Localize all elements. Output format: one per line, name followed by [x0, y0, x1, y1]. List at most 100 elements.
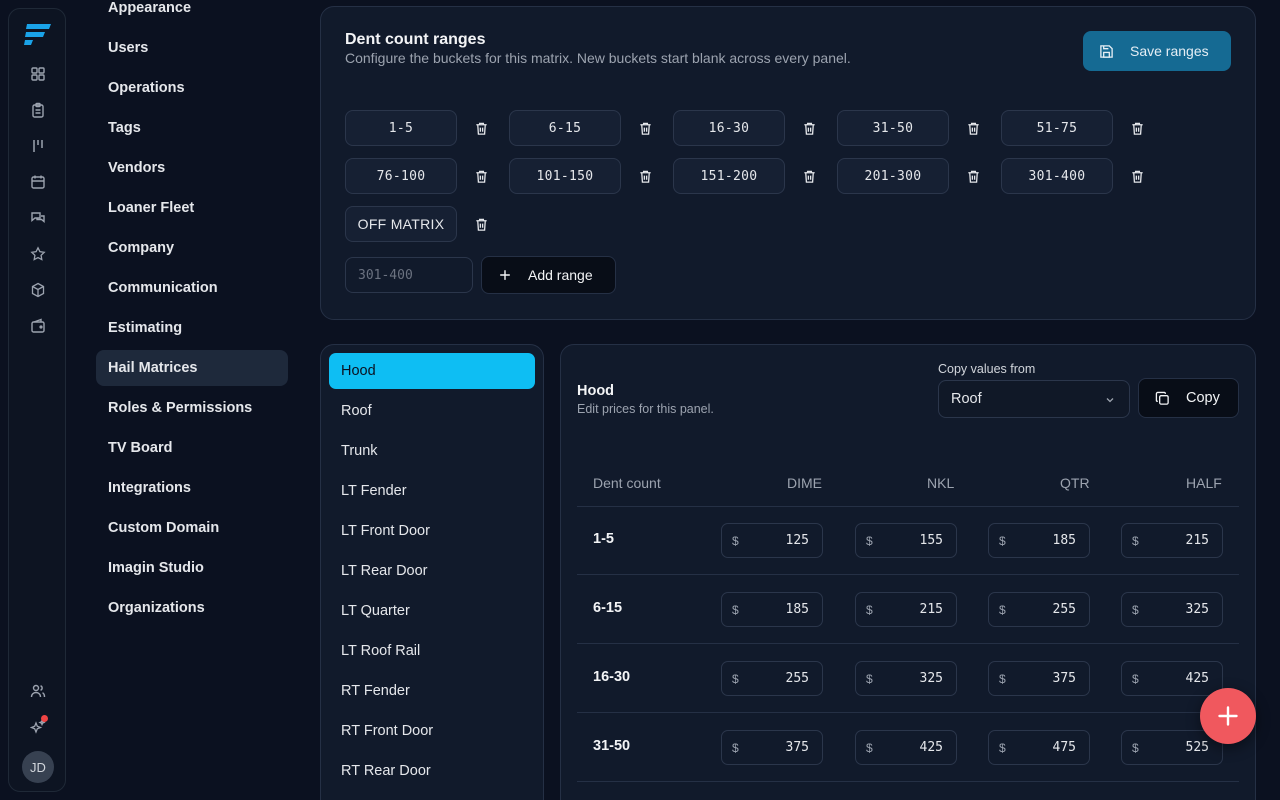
notification-dot: [41, 715, 48, 722]
nav-item-organizations[interactable]: Organizations: [96, 590, 288, 626]
nav-item-users[interactable]: Users: [96, 30, 288, 66]
nav-item-custom-domain[interactable]: Custom Domain: [96, 510, 288, 546]
nav-item-roles-permissions[interactable]: Roles & Permissions: [96, 390, 288, 426]
wallet-icon[interactable]: [28, 316, 48, 336]
range-input[interactable]: 201-300: [837, 158, 949, 194]
trash-icon[interactable]: [785, 110, 833, 146]
new-range-input[interactable]: 301-400: [345, 257, 473, 293]
floating-add-button[interactable]: [1200, 688, 1256, 744]
panel-item-rt-front-door[interactable]: RT Front Door: [329, 713, 535, 749]
nav-item-operations[interactable]: Operations: [96, 70, 288, 106]
panel-item-lt-quarter[interactable]: LT Quarter: [329, 593, 535, 629]
nav-item-appearance[interactable]: Appearance: [96, 0, 288, 26]
table-row: 6-15 $185 $215 $255 $325: [577, 575, 1239, 644]
ranges-title: Dent count ranges: [345, 31, 486, 48]
price-input[interactable]: $255: [988, 592, 1090, 627]
trash-icon[interactable]: [785, 158, 833, 194]
table-row: 1-5 $125 $155 $185 $215: [577, 506, 1239, 575]
dashboard-icon[interactable]: [28, 64, 48, 84]
trash-icon[interactable]: [621, 158, 669, 194]
range-input[interactable]: 1-5: [345, 110, 457, 146]
panel-list: Hood Roof Trunk LT Fender LT Front Door …: [320, 344, 544, 800]
trash-icon[interactable]: [1113, 110, 1161, 146]
range-input[interactable]: 16-30: [673, 110, 785, 146]
price-input[interactable]: $215: [1121, 523, 1223, 558]
star-icon[interactable]: [28, 244, 48, 264]
nav-item-hail-matrices[interactable]: Hail Matrices: [96, 350, 288, 386]
copy-icon: [1155, 391, 1169, 405]
panel-item-rt-fender[interactable]: RT Fender: [329, 673, 535, 709]
range-input[interactable]: OFF MATRIX: [345, 206, 457, 242]
chat-icon[interactable]: [28, 208, 48, 228]
price-input[interactable]: $425: [855, 730, 957, 765]
ranges-subtitle: Configure the buckets for this matrix. N…: [345, 50, 851, 66]
row-label: 1-5: [593, 531, 614, 547]
panel-item-lt-front-door[interactable]: LT Front Door: [329, 513, 535, 549]
trash-icon[interactable]: [1113, 158, 1161, 194]
save-icon: [1100, 44, 1113, 58]
price-input[interactable]: $325: [1121, 592, 1223, 627]
panel-item-lt-rear-door[interactable]: LT Rear Door: [329, 553, 535, 589]
board-icon[interactable]: [28, 136, 48, 156]
price-input[interactable]: $475: [988, 730, 1090, 765]
panel-item-hood[interactable]: Hood: [329, 353, 535, 389]
price-input[interactable]: $375: [988, 661, 1090, 696]
nav-item-loaner-fleet[interactable]: Loaner Fleet: [96, 190, 288, 226]
nav-item-tags[interactable]: Tags: [96, 110, 288, 146]
price-input[interactable]: $375: [721, 730, 823, 765]
price-input[interactable]: $125: [721, 523, 823, 558]
app-logo-icon[interactable]: [23, 21, 53, 47]
price-input[interactable]: $255: [721, 661, 823, 696]
save-ranges-button[interactable]: Save ranges: [1083, 31, 1231, 71]
nav-item-integrations[interactable]: Integrations: [96, 470, 288, 506]
trash-icon[interactable]: [457, 206, 505, 242]
plus-icon: [1218, 706, 1238, 726]
trash-icon[interactable]: [949, 110, 997, 146]
panel-item-rt-rear-door[interactable]: RT Rear Door: [329, 753, 535, 789]
price-matrix: Hood Edit prices for this panel. Copy va…: [560, 344, 1256, 800]
range-row: 76-100 101-150 151-200 201-300 301-400: [345, 158, 1165, 194]
avatar[interactable]: JD: [22, 751, 54, 783]
nav-item-company[interactable]: Company: [96, 230, 288, 266]
copy-button[interactable]: Copy: [1138, 378, 1239, 418]
panel-item-trunk[interactable]: Trunk: [329, 433, 535, 469]
panel-item-roof[interactable]: Roof: [329, 393, 535, 429]
calendar-icon[interactable]: [28, 172, 48, 192]
price-input[interactable]: $185: [721, 592, 823, 627]
price-input[interactable]: $155: [855, 523, 957, 558]
price-input[interactable]: $325: [855, 661, 957, 696]
trash-icon[interactable]: [621, 110, 669, 146]
nav-item-communication[interactable]: Communication: [96, 270, 288, 306]
range-input[interactable]: 301-400: [1001, 158, 1113, 194]
range-input[interactable]: 51-75: [1001, 110, 1113, 146]
range-row: 1-5 6-15 16-30 31-50 51-75: [345, 110, 1165, 146]
range-input[interactable]: 6-15: [509, 110, 621, 146]
trash-icon[interactable]: [457, 110, 505, 146]
table-row: 16-30 $255 $325 $375 $425: [577, 644, 1239, 713]
copy-from-select[interactable]: Roof: [938, 380, 1130, 418]
sparkles-icon[interactable]: [28, 715, 48, 737]
range-input[interactable]: 101-150: [509, 158, 621, 194]
nav-item-tv-board[interactable]: TV Board: [96, 430, 288, 466]
range-input[interactable]: 76-100: [345, 158, 457, 194]
nav-item-estimating[interactable]: Estimating: [96, 310, 288, 346]
range-input[interactable]: 31-50: [837, 110, 949, 146]
panel-title: Hood: [577, 383, 615, 399]
nav-item-imagin-studio[interactable]: Imagin Studio: [96, 550, 288, 586]
copy-from-value: Roof: [951, 391, 982, 407]
clipboard-icon[interactable]: [28, 100, 48, 120]
box-icon[interactable]: [28, 280, 48, 300]
price-input[interactable]: $425: [1121, 661, 1223, 696]
col-header-nkl: NKL: [927, 475, 955, 491]
trash-icon[interactable]: [457, 158, 505, 194]
add-range-button[interactable]: Add range: [481, 256, 616, 294]
price-input[interactable]: $185: [988, 523, 1090, 558]
nav-item-vendors[interactable]: Vendors: [96, 150, 288, 186]
users-icon[interactable]: [28, 681, 48, 701]
range-input[interactable]: 151-200: [673, 158, 785, 194]
panel-item-lt-roof-rail[interactable]: LT Roof Rail: [329, 633, 535, 669]
save-ranges-label: Save ranges: [1130, 43, 1209, 59]
panel-item-lt-fender[interactable]: LT Fender: [329, 473, 535, 509]
trash-icon[interactable]: [949, 158, 997, 194]
price-input[interactable]: $215: [855, 592, 957, 627]
